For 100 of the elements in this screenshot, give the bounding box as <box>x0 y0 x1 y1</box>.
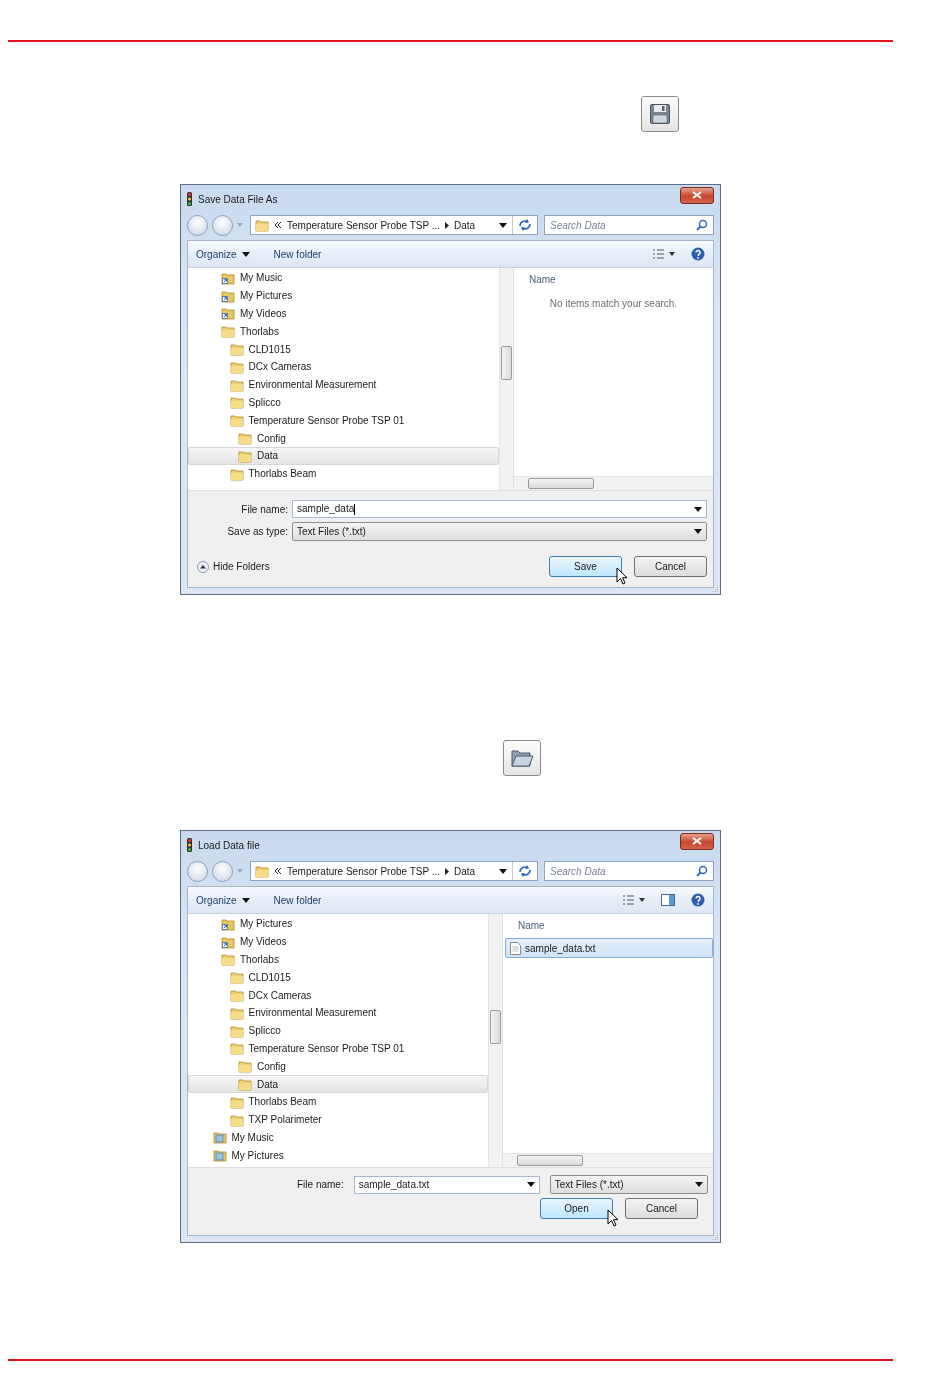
tree-item[interactable]: Environmental Measurement <box>188 1004 488 1022</box>
tree-item[interactable]: Config <box>188 1057 488 1076</box>
caret-icon <box>241 251 250 257</box>
column-header[interactable]: Name <box>514 268 713 290</box>
forward-button[interactable] <box>212 860 233 882</box>
tree-item[interactable]: My Videos <box>188 304 499 323</box>
search-field[interactable]: Search Data <box>544 215 714 235</box>
cursor-icon <box>607 1209 619 1227</box>
view-list-icon[interactable] <box>653 249 675 259</box>
tree-item[interactable]: Data <box>188 1075 488 1093</box>
tree-item[interactable]: Thorlabs <box>188 322 499 341</box>
toolbar-button[interactable]: Organize <box>196 248 250 260</box>
breadcrumb[interactable]: Data <box>454 865 476 877</box>
tree-item[interactable]: My Pictures <box>188 915 488 933</box>
scrollbar[interactable] <box>499 268 513 490</box>
close-button[interactable] <box>680 832 714 850</box>
scrollbar[interactable] <box>488 914 502 1167</box>
double-chevron-icon <box>274 222 282 228</box>
help-icon[interactable] <box>691 893 705 907</box>
tree-item[interactable]: Splicco <box>188 1021 488 1040</box>
tree-item[interactable]: Thorlabs Beam <box>188 1092 488 1111</box>
folder-icon <box>221 324 235 339</box>
folder-icon <box>238 431 252 446</box>
folder-icon <box>255 218 269 232</box>
toolbar-button[interactable]: Organize <box>196 894 250 906</box>
forward-button[interactable] <box>212 214 233 236</box>
file-type-dropdown[interactable]: Text Files (*.txt) <box>549 1175 708 1194</box>
tree-item[interactable]: My Videos <box>188 932 488 951</box>
file-name-field[interactable]: sample_data.txt <box>353 1175 540 1194</box>
tree-item[interactable]: TXP Polarimeter <box>188 1110 488 1129</box>
back-button[interactable] <box>187 860 208 882</box>
toolbar-button[interactable]: New folder <box>273 894 322 906</box>
tree-item[interactable]: Thorlabs <box>188 950 488 969</box>
collapse-icon <box>197 560 209 573</box>
search-field[interactable]: Search Data <box>544 861 714 881</box>
folder-shortcut-icon <box>221 306 235 321</box>
breadcrumb[interactable]: Temperature Sensor Probe TSP ... <box>287 865 441 877</box>
folder-icon <box>229 988 244 1003</box>
folder-icon <box>229 1023 244 1038</box>
column-header[interactable]: Name <box>503 914 713 936</box>
tree-item[interactable]: Splicco <box>188 393 499 412</box>
caret-icon <box>499 868 507 874</box>
refresh-icon <box>518 219 532 231</box>
resize-grip-icon[interactable] <box>712 1234 718 1240</box>
refresh-icon <box>518 865 532 877</box>
folder-shortcut-icon <box>221 934 235 949</box>
dialog-button[interactable]: Cancel <box>625 1198 698 1219</box>
tree-item[interactable]: My Music <box>188 1128 488 1147</box>
folder-shortcut-icon <box>221 270 235 285</box>
tree-item[interactable]: My Music <box>188 269 499 287</box>
toolbar-button[interactable]: New folder <box>273 248 322 260</box>
scrollbar[interactable] <box>503 1153 713 1167</box>
window-title: Load Data file <box>198 839 260 851</box>
tree-item[interactable]: Config <box>188 429 499 447</box>
tree-item[interactable]: Environmental Measurement <box>188 375 499 394</box>
folder-icon <box>229 377 244 392</box>
tree-item[interactable]: DCx Cameras <box>188 358 499 376</box>
tree-item[interactable]: Data <box>188 446 499 465</box>
caret-icon <box>526 1182 535 1187</box>
tree-item[interactable]: DCx Cameras <box>188 986 488 1004</box>
caret-icon[interactable] <box>237 223 243 227</box>
folder-icon <box>229 1041 244 1056</box>
hide-folders-button[interactable]: Hide Folders <box>197 560 270 573</box>
close-icon <box>692 191 702 199</box>
field-label: Save as type: <box>226 525 288 537</box>
open-folder-icon <box>503 740 541 776</box>
help-icon[interactable] <box>691 247 705 261</box>
breadcrumb[interactable]: Data <box>454 219 476 231</box>
resize-grip-icon[interactable] <box>712 586 718 592</box>
caret-icon <box>694 1182 703 1187</box>
tree-item[interactable]: Temperature Sensor Probe TSP 01 <box>188 1039 488 1058</box>
caret-icon[interactable] <box>237 869 243 873</box>
preview-pane-icon[interactable] <box>661 894 675 906</box>
tree-item[interactable]: CLD1015 <box>188 968 488 987</box>
traffic-light-icon <box>187 838 192 852</box>
breadcrumb[interactable]: Temperature Sensor Probe TSP ... <box>287 219 441 231</box>
tree-item[interactable]: Thorlabs Beam <box>188 464 499 483</box>
caret-icon <box>694 506 702 512</box>
field-label: File name: <box>297 1179 344 1190</box>
scrollbar[interactable] <box>514 476 713 490</box>
tree-item[interactable]: Temperature Sensor Probe TSP 01 <box>188 411 499 430</box>
address-bar[interactable]: Temperature Sensor Probe TSP ... Data <box>250 861 538 881</box>
folder-icon <box>238 448 252 463</box>
folder-icon <box>229 359 244 374</box>
folder-icon <box>238 1077 252 1092</box>
window-title: Save Data File As <box>198 193 278 205</box>
back-button[interactable] <box>187 214 208 236</box>
file-type-dropdown[interactable]: Text Files (*.txt) <box>292 521 707 541</box>
tree-item[interactable]: My Pictures <box>188 286 499 305</box>
library-folder-icon <box>212 1130 227 1145</box>
tree-item[interactable]: My Pictures <box>188 1146 488 1165</box>
tree-item[interactable]: CLD1015 <box>188 340 499 358</box>
address-bar[interactable]: Temperature Sensor Probe TSP ... Data <box>250 215 538 235</box>
traffic-light-icon <box>187 192 192 206</box>
close-button[interactable] <box>680 186 714 204</box>
folder-icon <box>229 413 244 428</box>
dialog-button[interactable]: Cancel <box>634 556 707 577</box>
view-list-icon[interactable] <box>623 895 645 905</box>
file-item[interactable]: sample_data.txt <box>505 938 713 958</box>
file-name-field[interactable]: sample_data <box>292 500 707 518</box>
